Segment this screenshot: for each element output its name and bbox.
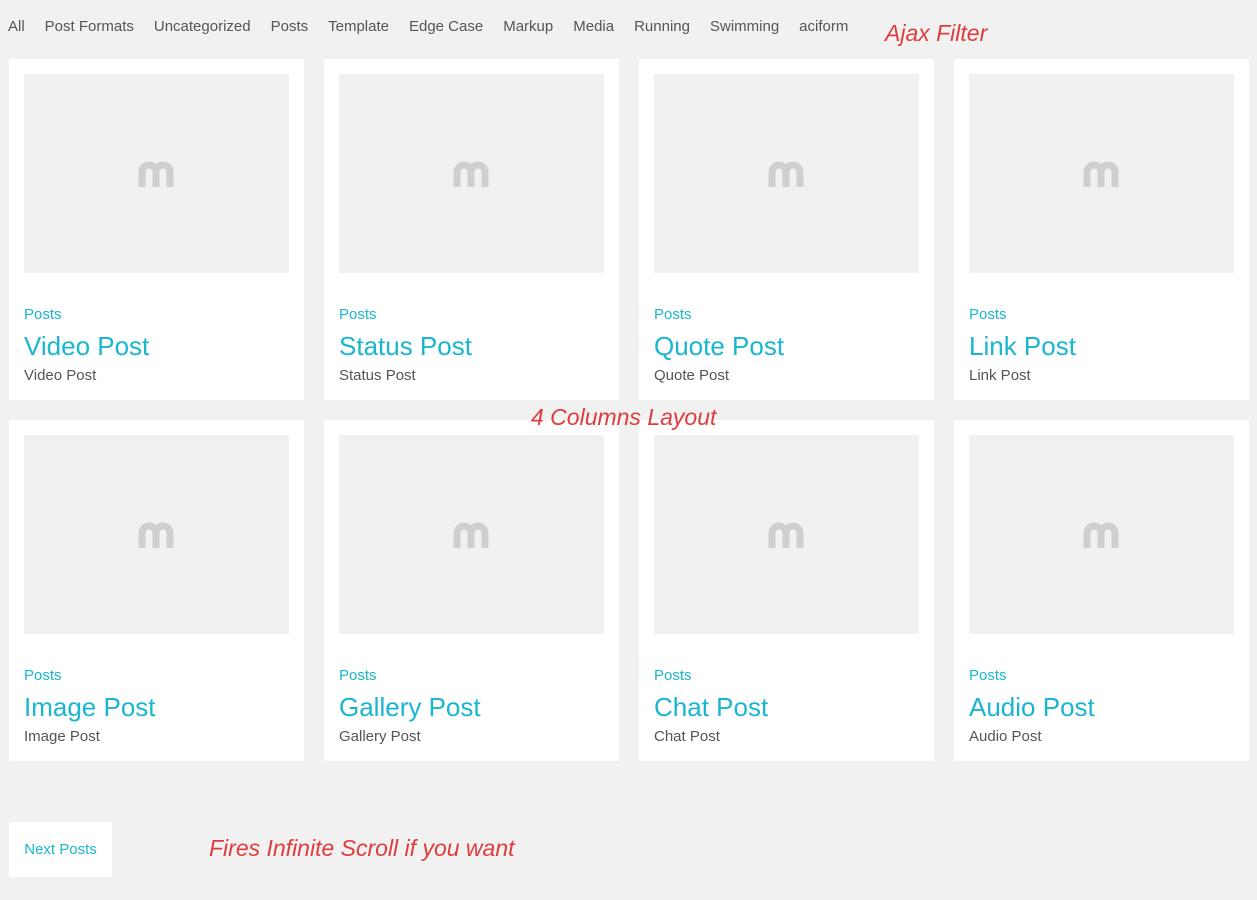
post-category-link[interactable]: Posts (654, 306, 919, 324)
post-category-link[interactable]: Posts (24, 306, 289, 324)
filter-post-formats[interactable]: Post Formats (45, 17, 134, 37)
placeholder-m-icon (768, 522, 803, 548)
post-card: Posts Gallery Post Gallery Post (324, 420, 619, 761)
post-title-link[interactable]: Gallery Post (339, 691, 604, 723)
post-card: Posts Quote Post Quote Post (639, 59, 934, 400)
annotation-ajax-filter: Ajax Filter (885, 20, 988, 46)
post-excerpt: Image Post (24, 728, 100, 745)
filter-template[interactable]: Template (328, 17, 389, 37)
post-card: Posts Link Post Link Post (954, 59, 1249, 400)
annotation-columns-layout: 4 Columns Layout (531, 404, 717, 430)
filter-posts[interactable]: Posts (271, 17, 309, 37)
post-category-link[interactable]: Posts (339, 306, 604, 324)
post-category-link[interactable]: Posts (654, 667, 919, 685)
post-title-link[interactable]: Audio Post (969, 691, 1234, 723)
filter-swimming[interactable]: Swimming (710, 17, 779, 37)
post-thumbnail[interactable] (969, 435, 1234, 634)
post-excerpt: Video Post (24, 367, 97, 384)
post-title-link[interactable]: Chat Post (654, 691, 919, 723)
post-card: Posts Audio Post Audio Post (954, 420, 1249, 761)
placeholder-m-icon (453, 161, 488, 187)
filter-aciform[interactable]: aciform (799, 17, 848, 37)
filter-markup[interactable]: Markup (503, 17, 553, 37)
post-card: Posts Chat Post Chat Post (639, 420, 934, 761)
filter-uncategorized[interactable]: Uncategorized (154, 17, 251, 37)
post-thumbnail[interactable] (654, 74, 919, 273)
post-thumbnail[interactable] (24, 74, 289, 273)
filter-media[interactable]: Media (573, 17, 614, 37)
annotation-infinite-scroll: Fires Infinite Scroll if you want (209, 835, 515, 861)
filter-all[interactable]: All (8, 17, 25, 37)
post-card: Posts Video Post Video Post (9, 59, 304, 400)
post-excerpt: Audio Post (969, 728, 1042, 745)
post-category-link[interactable]: Posts (969, 306, 1234, 324)
post-card: Posts Status Post Status Post (324, 59, 619, 400)
post-category-link[interactable]: Posts (969, 667, 1234, 685)
post-excerpt: Quote Post (654, 367, 730, 384)
placeholder-m-icon (1083, 522, 1118, 548)
filter-edge-case[interactable]: Edge Case (409, 17, 483, 37)
post-excerpt: Gallery Post (339, 728, 421, 745)
post-thumbnail[interactable] (654, 435, 919, 634)
placeholder-m-icon (138, 161, 173, 187)
post-category-link[interactable]: Posts (339, 667, 604, 685)
post-excerpt: Chat Post (654, 728, 720, 745)
next-posts-button[interactable]: Next Posts (9, 822, 112, 877)
filter-running[interactable]: Running (634, 17, 690, 37)
post-title-link[interactable]: Video Post (24, 330, 289, 362)
ajax-filter-bar: All Post Formats Uncategorized Posts Tem… (8, 17, 868, 37)
post-excerpt: Status Post (339, 367, 416, 384)
placeholder-m-icon (1083, 161, 1118, 187)
placeholder-m-icon (453, 522, 488, 548)
placeholder-m-icon (138, 522, 173, 548)
post-thumbnail[interactable] (969, 74, 1234, 273)
post-thumbnail[interactable] (339, 74, 604, 273)
post-thumbnail[interactable] (339, 435, 604, 634)
post-card: Posts Image Post Image Post (9, 420, 304, 761)
post-thumbnail[interactable] (24, 435, 289, 634)
post-title-link[interactable]: Image Post (24, 691, 289, 723)
post-title-link[interactable]: Quote Post (654, 330, 919, 362)
post-excerpt: Link Post (969, 367, 1031, 384)
post-title-link[interactable]: Status Post (339, 330, 604, 362)
placeholder-m-icon (768, 161, 803, 187)
post-title-link[interactable]: Link Post (969, 330, 1234, 362)
post-category-link[interactable]: Posts (24, 667, 289, 685)
